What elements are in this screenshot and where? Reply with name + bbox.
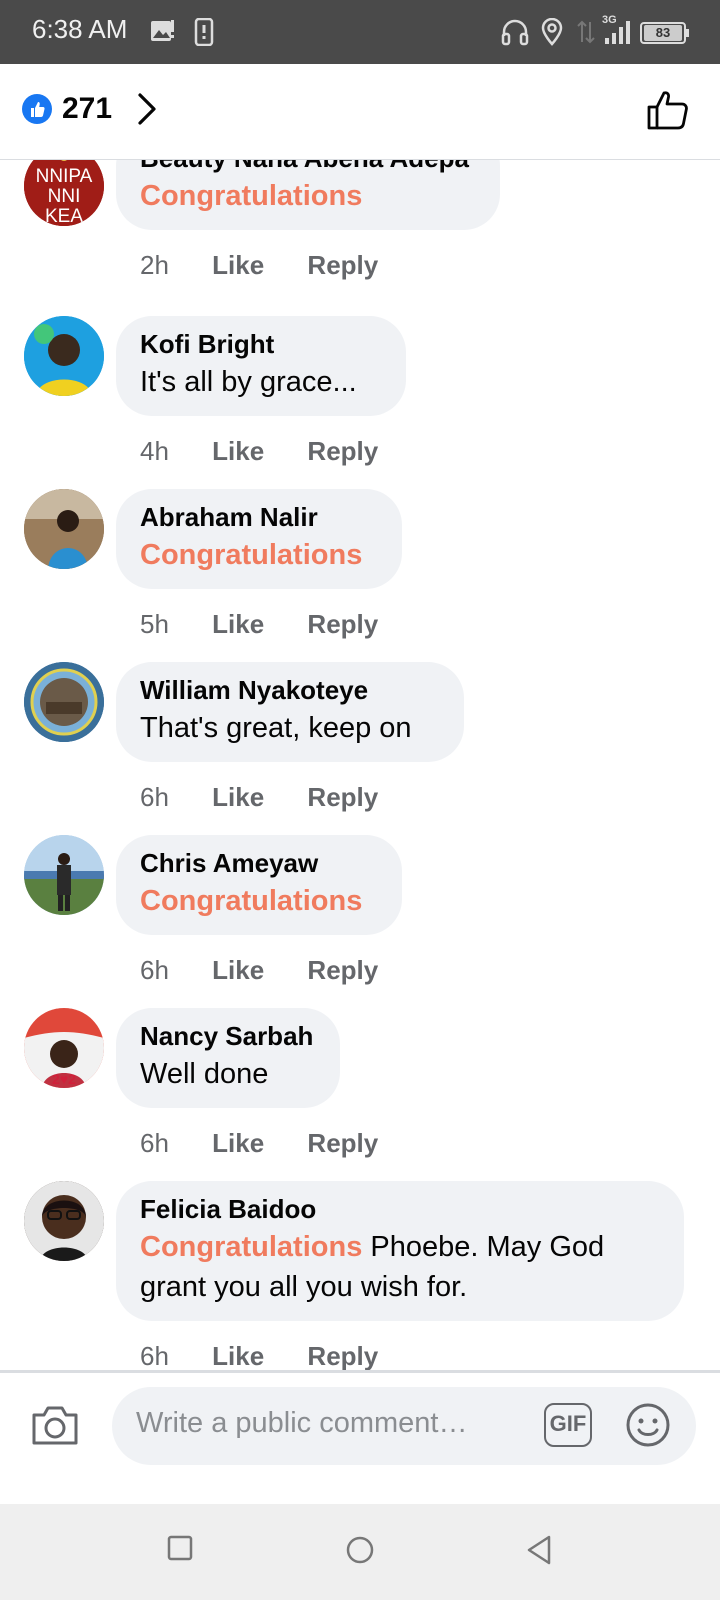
emoji-icon[interactable] xyxy=(624,1401,672,1449)
reply-button[interactable]: Reply xyxy=(307,250,378,280)
reply-button[interactable]: Reply xyxy=(307,782,378,812)
like-button[interactable]: Like xyxy=(212,609,264,639)
comment-actions: 4h Like Reply xyxy=(140,436,414,467)
comment-actions: 6h Like Reply xyxy=(140,1128,414,1159)
avatar[interactable] xyxy=(24,1181,104,1261)
comment-bubble[interactable]: Abraham Nalir Congratulations xyxy=(116,489,402,589)
comment-age: 6h xyxy=(140,955,169,985)
gallery-notification-icon xyxy=(151,20,174,41)
comment-actions: 6h Like Reply xyxy=(140,1341,414,1372)
comment-text: Well done xyxy=(140,1058,269,1090)
comment-bubble[interactable]: Kofi Bright It's all by grace... xyxy=(116,316,406,416)
comment-highlight: Congratulations xyxy=(140,539,363,571)
svg-text:NNI: NNI xyxy=(48,186,81,207)
comment-actions: 6h Like Reply xyxy=(140,955,414,986)
comment-author[interactable]: Felicia Baidoo xyxy=(140,1191,660,1227)
comment-author[interactable]: Abraham Nalir xyxy=(140,499,378,535)
comment-text: It's all by grace... xyxy=(140,366,357,398)
comment-text: That's great, keep on xyxy=(140,712,412,744)
comment-list: NNIPA NNI KEA Beauty Nana Abena Adepa Co… xyxy=(0,160,720,1470)
phone-notification-icon xyxy=(194,18,214,46)
reply-button[interactable]: Reply xyxy=(307,1128,378,1158)
comment-input[interactable]: Write a public comment… GIF xyxy=(112,1387,696,1465)
comment-author[interactable]: Nancy Sarbah xyxy=(140,1018,316,1054)
like-button[interactable]: Like xyxy=(212,250,264,280)
like-button[interactable]: Like xyxy=(212,436,264,466)
svg-text:KEA: KEA xyxy=(45,206,83,226)
comment-bubble[interactable]: Beauty Nana Abena Adepa Congratulations xyxy=(116,160,500,230)
headphones-icon xyxy=(501,19,529,46)
comment-age: 2h xyxy=(140,250,169,280)
avatar[interactable] xyxy=(24,662,104,742)
like-post-button[interactable] xyxy=(646,88,690,132)
avatar[interactable] xyxy=(24,489,104,569)
like-button[interactable]: Like xyxy=(212,782,264,812)
comment-highlight: Congratulations xyxy=(140,885,363,917)
data-arrows-icon xyxy=(577,20,595,44)
comment-bubble[interactable]: Nancy Sarbah Well done xyxy=(116,1008,340,1108)
recent-apps-icon[interactable] xyxy=(166,1534,194,1562)
svg-text:NNIPA: NNIPA xyxy=(36,166,93,187)
location-icon xyxy=(541,18,563,46)
comment-author[interactable]: Kofi Bright xyxy=(140,326,382,362)
reactions-header: 271 xyxy=(0,64,720,160)
like-reaction-icon xyxy=(22,94,52,124)
system-navigation-bar xyxy=(0,1504,720,1600)
like-button[interactable]: Like xyxy=(212,955,264,985)
comment-actions: 5h Like Reply xyxy=(140,609,414,640)
status-bar: 6:38 AM 3G 83 xyxy=(0,0,720,64)
home-icon[interactable] xyxy=(344,1534,376,1566)
comment-bubble[interactable]: Chris Ameyaw Congratulations xyxy=(116,835,402,935)
back-icon[interactable] xyxy=(524,1534,554,1566)
avatar[interactable]: 2♥2 xyxy=(24,1008,104,1088)
comment-age: 6h xyxy=(140,1128,169,1158)
reaction-count[interactable]: 271 xyxy=(62,92,112,126)
battery-icon: 83 xyxy=(640,22,689,44)
comment-author[interactable]: Chris Ameyaw xyxy=(140,845,378,881)
avatar[interactable] xyxy=(24,835,104,915)
signal-icon xyxy=(605,21,630,44)
comment-bubble[interactable]: Felicia Baidoo Congratulations Phoebe. M… xyxy=(116,1181,684,1321)
comment-highlight: Congratulations xyxy=(140,180,363,212)
comment-highlight: Congratulations xyxy=(140,1231,363,1263)
reply-button[interactable]: Reply xyxy=(307,1341,378,1371)
gif-button[interactable]: GIF xyxy=(544,1403,592,1447)
comment-age: 4h xyxy=(140,436,169,466)
comment-actions: 2h Like Reply xyxy=(140,250,414,281)
svg-text:2♥2: 2♥2 xyxy=(52,1071,76,1087)
comment-bubble[interactable]: William Nyakoteye That's great, keep on xyxy=(116,662,464,762)
like-button[interactable]: Like xyxy=(212,1341,264,1371)
comment-actions: 6h Like Reply xyxy=(140,782,414,813)
camera-icon[interactable] xyxy=(30,1403,80,1447)
chevron-right-icon[interactable] xyxy=(136,92,158,126)
comment-author[interactable]: Beauty Nana Abena Adepa xyxy=(140,160,476,176)
comment-input-placeholder: Write a public comment… xyxy=(136,1407,468,1439)
comment-age: 6h xyxy=(140,782,169,812)
reply-button[interactable]: Reply xyxy=(307,609,378,639)
battery-level: 83 xyxy=(644,25,682,41)
comment-composer: Write a public comment… GIF xyxy=(0,1370,720,1480)
comment-age: 6h xyxy=(140,1341,169,1371)
comment-author[interactable]: William Nyakoteye xyxy=(140,672,440,708)
status-time: 6:38 AM xyxy=(32,14,128,44)
reply-button[interactable]: Reply xyxy=(307,436,378,466)
avatar[interactable]: NNIPA NNI KEA xyxy=(24,160,104,226)
avatar[interactable] xyxy=(24,316,104,396)
comments-sheet: 271 NNIPA NNI KEA Beauty Nana Abena Adep… xyxy=(0,64,720,1504)
comment-age: 5h xyxy=(140,609,169,639)
like-button[interactable]: Like xyxy=(212,1128,264,1158)
reply-button[interactable]: Reply xyxy=(307,955,378,985)
